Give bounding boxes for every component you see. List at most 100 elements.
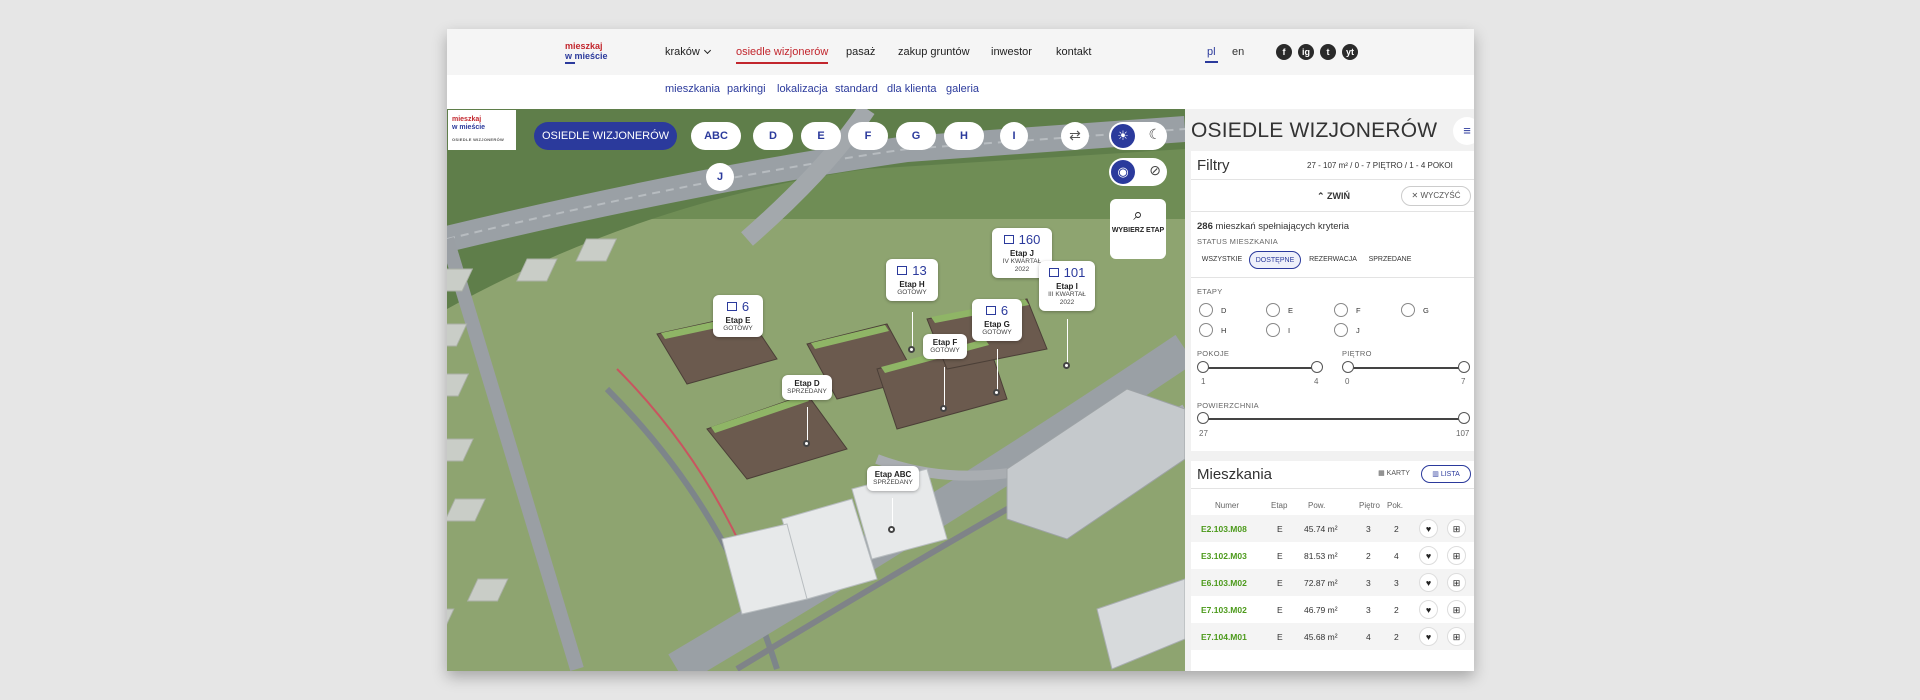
stage-button-d[interactable]: D xyxy=(753,122,793,150)
compare-icon[interactable]: ⊞ xyxy=(1447,546,1466,565)
table-row[interactable]: E3.102.M03 E 81.53 m² 2 4 ♥ ⊞ xyxy=(1191,542,1474,569)
stage-radio-j[interactable] xyxy=(1334,323,1348,337)
area-slider-track[interactable] xyxy=(1203,418,1464,420)
select-stage-button[interactable]: ⌕ WYBIERZ ETAP xyxy=(1110,199,1166,259)
rotate-view-icon[interactable]: ⇄ xyxy=(1061,122,1089,150)
view-list-button[interactable]: ▥ LISTA xyxy=(1421,465,1471,483)
stage-button-abc[interactable]: ABC xyxy=(691,122,741,150)
filters-heading: Filtry xyxy=(1197,157,1230,174)
rooms-slider-track[interactable] xyxy=(1203,367,1317,369)
compare-icon[interactable]: ⊞ xyxy=(1447,519,1466,538)
heart-icon[interactable]: ♥ xyxy=(1419,573,1438,592)
area-label: POWIERZCHNIA xyxy=(1197,401,1259,410)
nav-kontakt[interactable]: kontakt xyxy=(1056,46,1091,58)
floor-slider-track[interactable] xyxy=(1348,367,1464,369)
lang-pl[interactable]: pl xyxy=(1205,46,1218,63)
pin-marker xyxy=(993,389,1000,396)
stage-button-g[interactable]: G xyxy=(896,122,936,150)
table-row[interactable]: E2.103.M08 E 45.74 m² 3 2 ♥ ⊞ xyxy=(1191,515,1474,542)
eye-off-icon: ⊘ xyxy=(1149,162,1161,178)
compare-icon[interactable]: ⊞ xyxy=(1447,627,1466,646)
instagram-icon[interactable]: ig xyxy=(1298,44,1314,60)
stage-radio-e[interactable] xyxy=(1266,303,1280,317)
stage-radio-h[interactable] xyxy=(1199,323,1213,337)
lang-en[interactable]: en xyxy=(1232,46,1244,58)
view-cards-button[interactable]: ▦ KARTY xyxy=(1371,465,1417,483)
sun-icon: ☀ xyxy=(1111,124,1135,148)
stage-radio-d[interactable] xyxy=(1199,303,1213,317)
rooms-slider-max-handle[interactable] xyxy=(1311,361,1323,373)
stage-radio-g[interactable] xyxy=(1401,303,1415,317)
table-row[interactable]: E7.104.M01 E 45.68 m² 4 2 ♥ ⊞ xyxy=(1191,623,1474,650)
search-icon: ⌕ xyxy=(1133,205,1143,224)
nav-krakow[interactable]: kraków xyxy=(665,46,711,58)
stage-button-i[interactable]: I xyxy=(1000,122,1028,150)
status-available[interactable]: DOSTĘPNE xyxy=(1249,251,1301,269)
stage-radio-f[interactable] xyxy=(1334,303,1348,317)
stages-label: ETAPY xyxy=(1197,287,1223,296)
map-pin-etap-i[interactable]: 101 Etap I III KWARTAŁ 2022 xyxy=(1039,261,1095,311)
facebook-icon[interactable]: f xyxy=(1276,44,1292,60)
table-row[interactable]: E6.103.M02 E 72.87 m² 3 3 ♥ ⊞ xyxy=(1191,569,1474,596)
subnav-galeria[interactable]: galeria xyxy=(946,83,979,95)
floor-slider-min-handle[interactable] xyxy=(1342,361,1354,373)
collapse-filters-button[interactable]: ⌃ ZWIŃ xyxy=(1317,191,1350,202)
clear-filters-button[interactable]: ✕ WYCZYŚĆ xyxy=(1401,186,1471,206)
aerial-map[interactable]: mieszkaj w mieście OSIEDLE WIZJONERÓW OS… xyxy=(447,109,1185,671)
twitter-icon[interactable]: t xyxy=(1320,44,1336,60)
site-logo[interactable]: mieszkaj w mieście xyxy=(565,41,609,64)
status-all[interactable]: WSZYSTKIE xyxy=(1199,251,1245,269)
map-logo: mieszkaj w mieście OSIEDLE WIZJONERÓW xyxy=(448,110,516,150)
building-icon xyxy=(726,302,737,311)
heart-icon[interactable]: ♥ xyxy=(1419,627,1438,646)
status-reserved[interactable]: REZERWACJA xyxy=(1305,251,1361,269)
nav-zakup-gruntow[interactable]: zakup gruntów xyxy=(898,46,970,58)
map-pin-etap-f[interactable]: Etap F GOTOWY xyxy=(923,334,967,359)
stage-button-j[interactable]: J xyxy=(706,163,734,191)
map-pin-etap-abc[interactable]: Etap ABC SPRZEDANY xyxy=(867,466,919,491)
panel-title: OSIEDLE WIZJONERÓW xyxy=(1191,119,1438,142)
stage-button-e[interactable]: E xyxy=(801,122,841,150)
map-pin-etap-e[interactable]: 6 Etap E GOTOWY xyxy=(713,295,763,337)
building-icon xyxy=(1048,268,1059,277)
subnav-parkingi[interactable]: parkingi xyxy=(727,83,766,95)
stage-radio-i[interactable] xyxy=(1266,323,1280,337)
subnav-dla-klienta[interactable]: dla klienta xyxy=(887,83,937,95)
moon-icon: ☾ xyxy=(1148,126,1161,142)
pin-marker xyxy=(803,440,810,447)
labels-visibility-toggle[interactable]: ◉ ⊘ xyxy=(1109,158,1167,186)
map-pin-etap-g[interactable]: 6 Etap G GOTOWY xyxy=(972,299,1022,341)
subnav-mieszkania[interactable]: mieszkania xyxy=(665,83,720,95)
day-night-toggle[interactable]: ☀ ☾ xyxy=(1109,122,1167,150)
nav-osiedle-wizjonerow[interactable]: osiedle wizjonerów xyxy=(736,46,829,64)
floor-slider-max-handle[interactable] xyxy=(1458,361,1470,373)
heart-icon[interactable]: ♥ xyxy=(1419,519,1438,538)
compare-icon[interactable]: ⊞ xyxy=(1447,600,1466,619)
area-slider-max-handle[interactable] xyxy=(1458,412,1470,424)
heart-icon[interactable]: ♥ xyxy=(1419,600,1438,619)
top-navigation: mieszkaj w mieście kraków osiedle wizjon… xyxy=(447,29,1474,75)
subnav-standard[interactable]: standard xyxy=(835,83,878,95)
filters-card: Filtry 27 - 107 m² / 0 - 7 PIĘTRO / 1 - … xyxy=(1191,151,1474,451)
building-icon xyxy=(1003,235,1014,244)
stage-button-f[interactable]: F xyxy=(848,122,888,150)
map-pin-etap-h[interactable]: 13 Etap H GOTOWY xyxy=(886,259,938,301)
youtube-icon[interactable]: yt xyxy=(1342,44,1358,60)
stage-button-all[interactable]: OSIEDLE WIZJONERÓW xyxy=(534,122,677,150)
subnav-lokalizacja[interactable]: lokalizacja xyxy=(777,83,828,95)
side-panel: OSIEDLE WIZJONERÓW ≡ Filtry 27 - 107 m² … xyxy=(1185,109,1474,671)
status-sold[interactable]: SPRZEDANE xyxy=(1363,251,1417,269)
map-pin-etap-d[interactable]: Etap D SPRZEDANY xyxy=(782,375,832,400)
pin-marker xyxy=(888,526,895,533)
area-slider-min-handle[interactable] xyxy=(1197,412,1209,424)
menu-icon[interactable]: ≡ xyxy=(1453,117,1474,145)
table-row[interactable]: E7.103.M02 E 46.79 m² 3 2 ♥ ⊞ xyxy=(1191,596,1474,623)
compare-icon[interactable]: ⊞ xyxy=(1447,573,1466,592)
nav-inwestor[interactable]: inwestor xyxy=(991,46,1032,58)
nav-pasaz[interactable]: pasaż xyxy=(846,46,875,58)
heart-icon[interactable]: ♥ xyxy=(1419,546,1438,565)
filters-summary: 27 - 107 m² / 0 - 7 PIĘTRO / 1 - 4 POKOI xyxy=(1307,161,1453,170)
stage-button-h[interactable]: H xyxy=(944,122,984,150)
rooms-slider-min-handle[interactable] xyxy=(1197,361,1209,373)
col-rooms: Pok. xyxy=(1387,501,1404,510)
